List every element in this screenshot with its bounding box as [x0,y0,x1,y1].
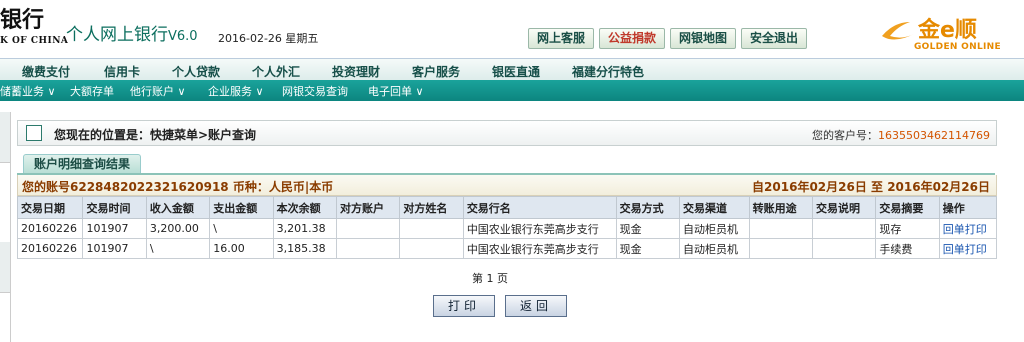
table-header-row: 交易日期 交易时间 收入金额 支出金额 本次余额 对方账户 对方姓名 交易行名 … [16,196,998,219]
app-version: V6.0 [168,29,198,44]
col-header: 支出金额 [209,196,274,219]
cell-purpose [748,238,813,259]
top-header: 银行 K OF CHINA 个人网上银行V6.0 2016-02-26 星期五 … [0,0,1024,56]
cell-summary: 现存 [875,218,940,239]
sidebar-strip[interactable] [0,112,10,163]
col-header: 操作 [938,196,998,219]
cell-counter-name [399,238,464,259]
bank-logo-english: K OF CHINA [0,36,69,46]
brand-english: GOLDEN ONLINE [914,42,1001,52]
col-header: 交易渠道 [678,196,750,219]
nav-investment[interactable]: 投资理财 [332,63,380,80]
back-button[interactable]: 返回 [505,295,568,317]
col-header: 交易说明 [811,196,877,219]
safe-logout-button[interactable]: 安全退出 [741,28,808,49]
cell-expense: \ [209,218,274,239]
online-service-button[interactable]: 网上客服 [528,28,595,49]
col-header: 交易摘要 [875,196,940,219]
golden-online-logo: 金e顺 GOLDEN ONLINE [880,10,1001,54]
nav-medical[interactable]: 银医直通 [492,63,540,80]
cell-counter-account [336,218,401,239]
cell-channel: 自动柜员机 [678,238,750,259]
col-header: 对方账户 [336,196,401,219]
cell-method: 现金 [615,218,680,239]
col-header: 交易行名 [462,196,617,219]
customer-number-value: 1635503462114769 [878,129,990,142]
location-breadcrumb: 您现在的位置是：快捷菜单>账户查询 [54,128,257,142]
cell-time: 101907 [82,238,147,259]
current-date: 2016-02-26 星期五 [218,32,319,45]
cell-counter-name [399,218,464,239]
cell-time: 101907 [82,218,147,239]
golden-swoosh-icon [882,22,914,40]
date-range: 自2016年02月26日 至 2016年02月26日 [752,180,990,194]
tab-detail-result[interactable]: 账户明细查询结果 [23,154,142,173]
location-bar: 您现在的位置是：快捷菜单>账户查询 您的客户号：1635503462114769 [17,120,997,146]
cell-summary: 手续费 [875,238,940,259]
cell-purpose [748,218,813,239]
customer-number: 您的客户号：1635503462114769 [812,127,990,143]
app-title-text: 个人网上银行 [66,25,168,45]
nav-payment[interactable]: 缴费支付 [22,63,70,80]
bank-logo: 银行 [0,7,45,33]
top-button-group: 网上客服 公益捐款 网银地图 安全退出 [528,28,808,49]
subnav-other-bank[interactable]: 他行账户 ∨ [130,83,186,99]
receipt-print-link[interactable]: 回单打印 [938,218,998,239]
col-header: 交易日期 [16,196,84,219]
transaction-table: 交易日期 交易时间 收入金额 支出金额 本次余额 对方账户 对方姓名 交易行名 … [16,196,998,259]
col-header: 对方姓名 [399,196,464,219]
subnav-enterprise[interactable]: 企业服务 ∨ [208,83,264,99]
cell-expense: 16.00 [209,238,274,259]
print-button[interactable]: 打印 [433,295,496,317]
donation-button[interactable]: 公益捐款 [599,28,666,49]
nav-personal-loan[interactable]: 个人贷款 [172,63,220,80]
table-row: 20160226 101907 3,200.00 \ 3,201.38 中国农业… [16,218,998,239]
account-info-row: 您的账号6228482022321620918 币种：人民币|本币 自2016年… [17,175,997,196]
cell-counter-account [336,238,401,259]
nav-fujian-branch[interactable]: 福建分行特色 [572,63,644,80]
bank-map-button[interactable]: 网银地图 [670,28,737,49]
col-header: 收入金额 [145,196,211,219]
cell-balance: 3,185.38 [272,238,338,259]
col-header: 转账用途 [748,196,813,219]
sub-nav: 储蓄业务 ∨ 大额存单 他行账户 ∨ 企业服务 ∨ 网银交易查询 电子回单 ∨ [0,80,1024,101]
cell-method: 现金 [615,238,680,259]
nav-foreign-exchange[interactable]: 个人外汇 [252,63,300,80]
nav-credit-card[interactable]: 信用卡 [104,63,140,80]
left-sidebar-edge [0,112,11,342]
app-title: 个人网上银行V6.0 [66,20,198,45]
main-content: 您现在的位置是：快捷菜单>账户查询 您的客户号：1635503462114769… [16,112,998,342]
col-header: 交易时间 [82,196,147,219]
page-number: 第 1 页 [472,272,508,285]
account-info: 您的账号6228482022321620918 币种：人民币|本币 [22,180,334,194]
brand-chinese: 金e顺 [918,18,977,43]
cell-bank-name: 中国农业银行东莞高步支行 [462,218,617,239]
location-icon [26,125,42,141]
subnav-transaction-query[interactable]: 网银交易查询 [282,83,348,99]
cell-balance: 3,201.38 [272,218,338,239]
subnav-large-deposit[interactable]: 大额存单 [70,83,114,99]
receipt-print-link[interactable]: 回单打印 [938,238,998,259]
subnav-e-receipt[interactable]: 电子回单 ∨ [368,83,424,99]
cell-channel: 自动柜员机 [678,218,750,239]
cell-date: 20160226 [16,238,84,259]
cell-description [811,238,877,259]
table-row: 20160226 101907 \ 16.00 3,185.38 中国农业银行东… [16,238,998,259]
col-header: 本次余额 [272,196,338,219]
cell-bank-name: 中国农业银行东莞高步支行 [462,238,617,259]
cell-income: \ [145,238,211,259]
cell-date: 20160226 [16,218,84,239]
cell-income: 3,200.00 [145,218,211,239]
col-header: 交易方式 [615,196,680,219]
sidebar-strip[interactable] [0,242,10,293]
cell-description [811,218,877,239]
main-nav: 缴费支付 信用卡 个人贷款 个人外汇 投资理财 客户服务 银医直通 福建分行特色 [0,58,1024,81]
action-buttons: 打印 返回 [433,295,568,317]
nav-customer-service[interactable]: 客户服务 [412,63,460,80]
customer-number-label: 您的客户号： [812,129,879,142]
subnav-savings[interactable]: 储蓄业务 ∨ [0,83,56,99]
